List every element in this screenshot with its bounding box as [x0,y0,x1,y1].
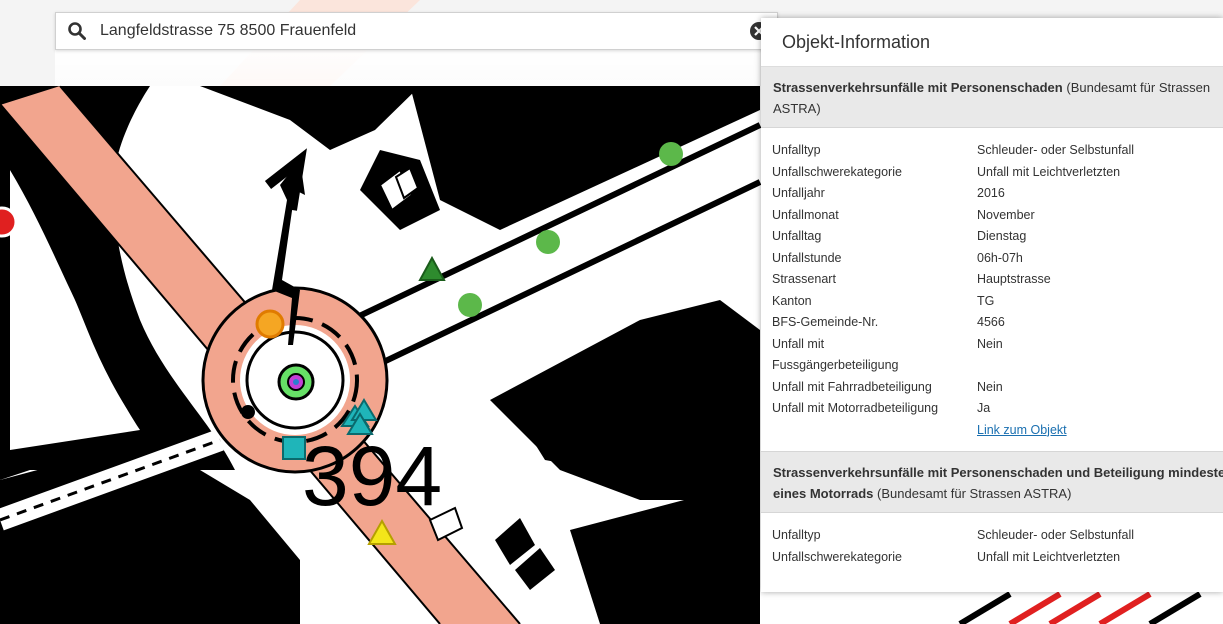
table-row: Kanton TG [772,291,1134,313]
attribute-table: Unfalltyp Schleuder- oder Selbstunfall Un… [772,140,1134,441]
attr-value: 06h-07h [977,250,1023,265]
attr-value: Schleuder- oder Selbstunfall [977,528,1135,542]
search-icon[interactable] [68,22,86,40]
tree-marker [659,142,683,166]
table-row: Strassenart Hauptstrasse [772,269,1134,291]
section-title: Strassenverkehrsunfälle mit Personenscha… [773,80,1063,95]
attr-value: Unfall mit Leichtverletzten [977,164,1121,179]
attr-key: Unfall mit Motorradbeteiligung [772,401,939,415]
table-row: Unfallschwerekategorie Unfall mit Leichtv… [772,547,1134,569]
panel-title: Objekt-Information [761,18,1223,67]
table-row: BFS-Gemeinde-Nr. 4566 [772,312,1134,334]
attr-value: Ja [977,401,991,415]
table-row: Unfall mit Fahrradbeteiligung Nein [772,377,1134,399]
tree-marker [458,293,482,317]
attr-value: Schleuder- oder Selbstunfall [977,143,1135,157]
search-bar[interactable] [55,12,778,50]
attr-value: Nein [977,336,1003,351]
section-source: (Bundesamt für Strassen ASTRA) [877,486,1072,501]
attr-value: Hauptstrasse [977,272,1051,286]
attr-value: November [977,207,1035,222]
attr-value: 4566 [977,315,1005,329]
tree-marker [536,230,560,254]
table-row: Unfallschwerekategorie Unfall mit Leichtv… [772,162,1134,184]
attr-key: Unfalltag [772,229,822,243]
attr-key: Strassenart [772,272,836,286]
attr-key: BFS-Gemeinde-Nr. [772,315,879,329]
link-to-object[interactable]: Link zum Objekt [977,423,1067,437]
attr-value: Dienstag [977,229,1027,243]
table-row: Unfall mit Motorradbeteiligung Ja [772,398,1134,420]
accident-marker-orange[interactable] [255,309,285,339]
attribute-table: Unfalltyp Schleuder- oder Selbstunfall Un… [772,525,1134,568]
attr-key: Unfallschwerekategorie [772,164,902,179]
table-row: Unfallmonat November [772,205,1134,227]
map-pin-red[interactable] [0,206,18,238]
section-header: Strassenverkehrsunfälle mit Personenscha… [761,451,1223,513]
object-information-panel: Objekt-Information Strassenverkehrsunfäl… [761,18,1223,592]
attr-key: Unfalltyp [772,143,821,157]
table-row: Unfall mit Fussgängerbeteiligung Nein [772,334,1134,377]
attr-key: Unfalljahr [772,186,825,200]
table-row: Link zum Objekt [772,420,1134,442]
section-header: Strassenverkehrsunfälle mit Personenscha… [761,67,1223,128]
attr-key: Unfall mit Fahrradbeteiligung [772,379,932,394]
attr-key: Unfall mit Fussgängerbeteiligung [772,336,899,373]
attr-value: Unfall mit Leichtverletzten [977,549,1121,564]
search-input[interactable] [100,13,740,49]
table-row: Unfalltyp Schleuder- oder Selbstunfall [772,525,1134,547]
table-row: Unfalljahr 2016 [772,183,1134,205]
attr-key: Kanton [772,293,812,308]
attr-key: Unfalltyp [772,528,821,542]
search-results-backdrop [55,50,760,86]
attr-key: Unfallstunde [772,250,842,265]
attr-value: Nein [977,379,1003,394]
attr-key: Unfallmonat [772,207,839,222]
house-number-label: 394 [302,429,442,523]
table-row: Unfalltyp Schleuder- oder Selbstunfall [772,140,1134,162]
attr-value: 2016 [977,186,1005,200]
attr-value: TG [977,293,995,308]
table-row: Unfalltag Dienstag [772,226,1134,248]
attr-key: Unfallschwerekategorie [772,549,902,564]
table-row: Unfallstunde 06h-07h [772,248,1134,270]
